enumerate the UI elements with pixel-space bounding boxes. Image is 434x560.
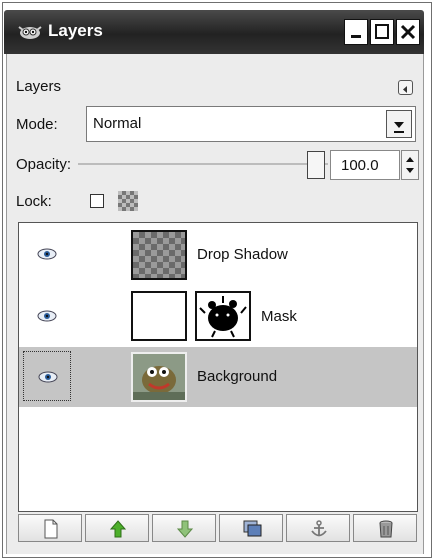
new-layer-icon (44, 519, 58, 539)
raise-layer-icon (109, 520, 127, 538)
maximize-icon (375, 24, 389, 39)
layer-thumbnail[interactable] (131, 291, 187, 341)
eye-icon (37, 248, 57, 260)
duplicate-layer-button[interactable] (219, 514, 283, 542)
new-layer-button[interactable] (18, 514, 82, 542)
trash-icon (379, 520, 393, 538)
eye-icon (38, 371, 58, 383)
close-button[interactable] (396, 19, 420, 45)
anchor-layer-icon (311, 520, 327, 537)
anchor-layer-button[interactable] (286, 514, 350, 542)
chevron-down-icon (394, 122, 404, 133)
minimize-icon (351, 35, 361, 38)
opacity-slider-track[interactable] (78, 163, 328, 165)
opacity-spinbox[interactable]: 100.0 (330, 150, 400, 180)
mode-dropdown-button[interactable] (386, 110, 412, 138)
visibility-toggle[interactable] (23, 351, 71, 401)
layer-thumbnail[interactable] (131, 352, 187, 402)
layer-thumbnail[interactable] (131, 230, 187, 280)
mode-select[interactable]: Normal (86, 106, 416, 142)
layer-name[interactable]: Mask (261, 308, 297, 325)
panel-menu-button[interactable] (398, 80, 413, 95)
layer-row-mask[interactable]: Mask (19, 287, 417, 347)
monster-image-icon (133, 354, 185, 400)
layer-name[interactable]: Background (197, 368, 277, 385)
opacity-label: Opacity: (16, 156, 72, 173)
lock-alpha-icon[interactable] (118, 191, 138, 211)
layers-toolbar (18, 514, 418, 544)
layers-list[interactable]: Drop Shadow Mask Background (18, 222, 418, 512)
lock-pixels-checkbox[interactable] (90, 194, 104, 208)
opacity-value: 100.0 (341, 157, 379, 174)
window-title: Layers (48, 21, 103, 40)
layer-mask-thumbnail[interactable] (195, 291, 251, 341)
visibility-toggle[interactable] (23, 291, 71, 341)
opacity-slider-handle[interactable] (307, 151, 325, 179)
raise-layer-button[interactable] (85, 514, 149, 542)
eye-icon (37, 310, 57, 322)
layer-name[interactable]: Drop Shadow (197, 246, 288, 263)
lock-label: Lock: (16, 193, 52, 210)
visibility-toggle[interactable] (23, 229, 71, 279)
delete-layer-button[interactable] (353, 514, 417, 542)
maximize-button[interactable] (370, 19, 394, 45)
close-icon (400, 24, 416, 40)
layer-row-drop-shadow[interactable]: Drop Shadow (19, 225, 417, 285)
mask-silhouette-icon (199, 296, 247, 338)
gimp-app-icon (18, 26, 42, 39)
title-bar[interactable]: Layers (4, 10, 424, 54)
spin-arrows-icon (406, 157, 414, 173)
opacity-spin-buttons[interactable] (401, 150, 419, 180)
lower-layer-button[interactable] (152, 514, 216, 542)
layer-row-background[interactable]: Background (19, 347, 417, 407)
minimize-button[interactable] (344, 19, 368, 45)
mode-value: Normal (93, 115, 142, 132)
mode-label: Mode: (16, 116, 58, 133)
panel-label: Layers (16, 78, 62, 95)
triangle-left-icon (403, 86, 407, 93)
duplicate-layer-icon (243, 520, 262, 537)
lower-layer-icon (176, 520, 194, 538)
